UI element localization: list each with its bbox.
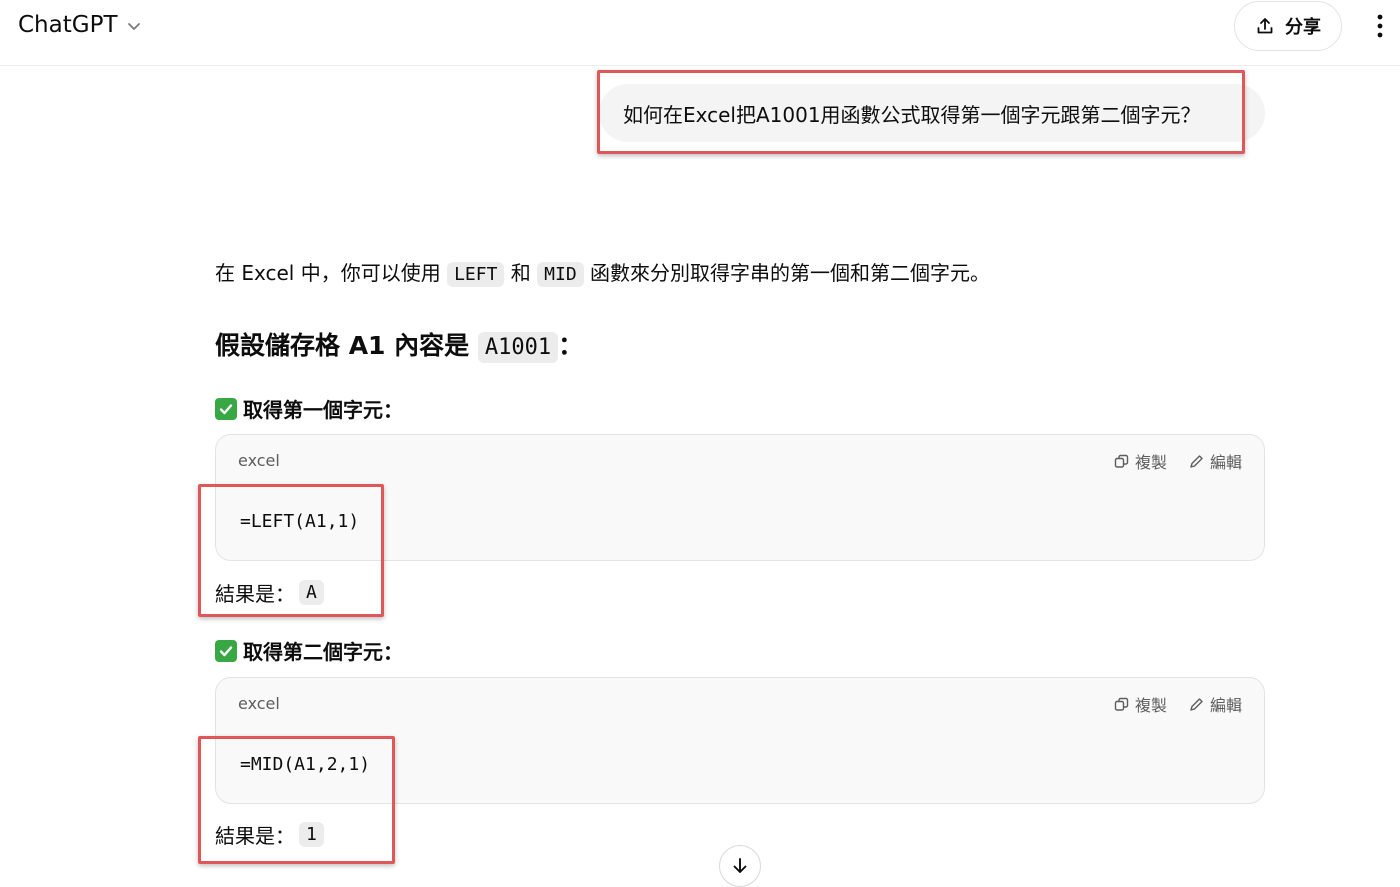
chevron-down-icon xyxy=(127,23,140,30)
top-bar: ChatGPT 分享 xyxy=(0,0,1400,66)
code-line: =LEFT(A1,1) xyxy=(240,511,360,532)
intro-text: 在 Excel 中，你可以使用 xyxy=(215,261,448,285)
copy-icon xyxy=(1114,454,1129,468)
scroll-down-button[interactable] xyxy=(719,845,761,887)
intro-text: 函數來分別取得字串的第一個和第二個字元。 xyxy=(583,261,991,285)
user-message-text: 如何在Excel把A1001用函數公式取得第一個字元跟第二個字元？ xyxy=(623,102,1201,127)
inline-code-a1001: A1001 xyxy=(477,332,559,363)
result-line: 結果是： A xyxy=(215,578,324,607)
result-label: 結果是： xyxy=(215,582,295,606)
inline-code-left: LEFT xyxy=(447,262,505,287)
result-label: 結果是： xyxy=(215,824,295,848)
code-language: excel xyxy=(238,694,280,713)
result-value: A xyxy=(299,580,324,605)
answer-intro: 在 Excel 中，你可以使用 LEFT 和 MID 函數來分別取得字串的第一個… xyxy=(215,257,1265,291)
answer-heading: 假設儲存格 A1 內容是 A1001： xyxy=(215,326,583,368)
copy-icon xyxy=(1114,697,1129,711)
copy-button[interactable]: 複製 xyxy=(1114,692,1167,716)
pencil-icon xyxy=(1190,454,1203,468)
edit-button[interactable]: 編輯 xyxy=(1189,449,1242,473)
model-selector[interactable]: ChatGPT xyxy=(18,12,142,38)
code-language: excel xyxy=(238,451,280,470)
copy-label: 複製 xyxy=(1134,453,1167,472)
code-actions: 複製 編輯 xyxy=(1114,692,1242,716)
code-line: =MID(A1,2,1) xyxy=(240,754,371,775)
pencil-icon xyxy=(1190,697,1203,711)
more-options-button[interactable] xyxy=(1364,10,1396,42)
heading-text: 假設儲存格 A1 內容是 xyxy=(215,331,478,360)
user-message: 如何在Excel把A1001用函數公式取得第一個字元跟第二個字元？ xyxy=(599,84,1265,142)
result-value: 1 xyxy=(299,822,324,847)
edit-button[interactable]: 編輯 xyxy=(1189,692,1242,716)
check-mark-icon xyxy=(215,397,237,420)
code-block: excel 複製 編輯 =LEFT(A1,1) xyxy=(215,434,1265,561)
share-label: 分享 xyxy=(1285,17,1321,38)
section-heading-first-char: 取得第一個字元： xyxy=(215,394,403,423)
result-line: 結果是： 1 xyxy=(215,820,324,849)
code-block: excel 複製 編輯 =MID(A1,2,1) xyxy=(215,677,1265,804)
edit-label: 編輯 xyxy=(1209,453,1242,472)
share-icon xyxy=(1257,18,1273,34)
share-button[interactable]: 分享 xyxy=(1234,1,1342,51)
inline-code-mid: MID xyxy=(537,262,584,287)
heading-text: ： xyxy=(558,331,584,360)
section-heading-second-char: 取得第二個字元： xyxy=(215,636,403,665)
intro-text: 和 xyxy=(504,261,538,285)
code-actions: 複製 編輯 xyxy=(1114,449,1242,473)
arrow-down-icon xyxy=(733,858,747,873)
check-mark-icon xyxy=(215,639,237,662)
more-vertical-icon xyxy=(1377,14,1383,38)
app-title: ChatGPT xyxy=(18,12,118,38)
copy-button[interactable]: 複製 xyxy=(1114,449,1167,473)
edit-label: 編輯 xyxy=(1209,696,1242,715)
section-title: 取得第二個字元： xyxy=(243,640,403,664)
section-title: 取得第一個字元： xyxy=(243,398,403,422)
copy-label: 複製 xyxy=(1134,696,1167,715)
